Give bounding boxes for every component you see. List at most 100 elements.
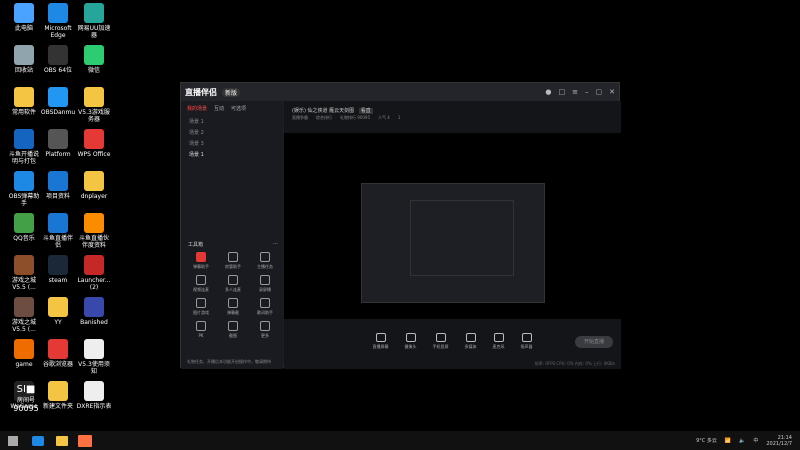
tool-label: 更多 [261,333,269,338]
preview-inner-window [361,183,545,303]
scene-item-active[interactable]: 场景 1 [181,149,283,160]
desktop-icon-label: V5.3游戏服 务器 [78,109,110,123]
room-meta-item[interactable]: 礼物排行 90095 [340,115,370,121]
avatar-icon[interactable]: ● [545,88,551,96]
volume-icon[interactable]: 🔈 [739,438,745,444]
tool-label: 图片游戏 [193,310,209,315]
scene-item[interactable]: 场景 2 [181,127,283,138]
tool-item[interactable]: 房管助手 [217,252,249,270]
source-control-label: 摄像头 [404,343,417,349]
scene-item[interactable]: 场景 3 [181,138,283,149]
source-control[interactable]: 多媒体 [465,332,477,350]
desktop-app-icon [84,297,104,317]
network-icon[interactable]: 📶 [725,438,731,444]
restore-icon[interactable]: ▢ [596,88,603,96]
tool-item[interactable]: 主播任务 [249,252,281,270]
start-icon[interactable] [8,435,18,446]
desktop-icon[interactable]: WPS Office [72,129,116,158]
tool-item[interactable]: 图片游戏 [185,298,217,316]
room-meta-item[interactable]: 直播争霸 [292,115,308,121]
desktop-icon-label: dnplayer [80,193,108,200]
desktop-icon[interactable]: 斗鱼直播伙 伴度资料 [72,213,116,249]
tool-item[interactable]: 歌词助手 [249,298,281,316]
desktop-app-icon [48,255,68,275]
tool-label: 房管助手 [225,264,241,269]
menu-icon[interactable]: ≡ [572,88,578,96]
tool-item[interactable]: 截图 [217,321,249,339]
desktop-app-icon [48,171,68,191]
source-control-icon [493,332,504,342]
desktop-app-icon [84,339,104,359]
edge-icon[interactable] [32,435,44,446]
desktop-app-icon [84,213,104,233]
desktop-icon-label: 网易UU加速 器 [77,25,111,39]
desktop-icon-label: V5.3使用须 知 [78,361,110,375]
desktop-app-icon [48,381,68,401]
tool-icon [228,275,238,285]
desktop-app-icon [48,129,68,149]
desktop-app-icon [48,339,68,359]
desktop-icon[interactable]: DXRE指示表 [72,381,116,410]
start-live-button[interactable]: 开始直播 [575,336,613,348]
stream-preview[interactable] [284,133,621,319]
source-control[interactable]: 直播屏幕 [373,332,389,350]
tool-label: 多人连麦 [225,287,241,292]
clock[interactable]: 21:14 2021/12/7 [766,435,792,447]
desktop-icon[interactable]: 网易UU加速 器 [72,3,116,39]
desktop-icon-label: WPS Office [77,151,111,158]
live-companion-window[interactable]: 直播伴侣 新版 ● □ ≡ – ▢ ✕ 我的场景 互动 可选项 场景 1 场景 … [180,82,621,369]
tool-icon [228,252,238,262]
desktop-icon-label: DXRE指示表 [76,403,112,410]
tab-my-scenes[interactable]: 我的场景 [187,105,207,112]
tool-item[interactable]: 多人连麦 [217,275,249,293]
close-icon[interactable]: ✕ [609,88,615,96]
tool-item[interactable]: 视频连麦 [185,275,217,293]
tool-item[interactable]: PK [185,321,217,339]
more-icon[interactable]: ⋯ [273,241,278,248]
desktop-icon[interactable]: Banished [72,297,116,326]
tool-item[interactable]: 弹幕截 [217,298,249,316]
source-control[interactable]: 扬声器 [521,332,533,350]
desktop-icon-label: 微信 [87,67,100,74]
desktop-icon[interactable]: dnplayer [72,171,116,200]
tool-item[interactable]: 更多 [249,321,281,339]
source-control-icon [405,332,416,342]
room-meta-item[interactable]: 1 [398,115,401,121]
source-control-icon [375,332,386,342]
source-control[interactable]: 摄像头 [404,332,417,350]
message-icon[interactable]: □ [559,88,566,96]
minimize-icon[interactable]: – [585,88,589,96]
ime-indicator[interactable]: 中 [753,437,758,444]
clock-date: 2021/12/7 [766,440,792,447]
room-meta: 直播争霸 综合排行 礼物排行 90095 人气 4 1 [284,115,621,121]
overlay-room-number: 90095 [13,404,39,413]
live-companion-taskbar-icon[interactable] [78,434,92,447]
source-control[interactable]: 手机投屏 [433,332,449,350]
room-meta-item[interactable]: 综合排行 [316,115,332,121]
source-control[interactable]: 麦克风 [493,332,505,350]
file-explorer-icon[interactable] [56,435,68,446]
weather-text[interactable]: 9°C 多云 [696,437,717,444]
version-badge[interactable]: 新版 [222,87,241,97]
scene-item[interactable]: 场景 1 [181,116,283,127]
title-bar[interactable]: 直播伴侣 新版 ● □ ≡ – ▢ ✕ [181,83,619,101]
tab-options[interactable]: 可选项 [231,105,246,112]
desktop-app-icon [14,129,34,149]
desktop-app-icon [14,3,34,23]
tool-icon [196,275,206,285]
tab-interact[interactable]: 互动 [214,105,224,112]
desktop-icon[interactable]: 微信 [72,45,116,74]
desktop-app-icon [84,45,104,65]
tool-item[interactable]: 弹幕助手 [185,252,217,270]
tool-item[interactable]: 录屏播 [249,275,281,293]
desktop-icon[interactable]: Launcher... (2) [72,255,116,291]
desktop-app-icon [14,255,34,275]
desktop-icon[interactable]: V5.3使用须 知 [72,339,116,375]
desktop-app-icon [48,297,68,317]
room-tag[interactable]: 看直 [358,108,373,114]
tool-icon [196,252,206,262]
desktop-icon[interactable]: V5.3游戏服 务器 [72,87,116,123]
room-meta-item[interactable]: 人气 4 [378,115,390,121]
toolbox-title: 工具箱 [188,242,204,248]
sidebar: 我的场景 互动 可选项 场景 1 场景 2 场景 3 场景 1 工具箱 ⋯ 弹幕… [181,101,283,369]
